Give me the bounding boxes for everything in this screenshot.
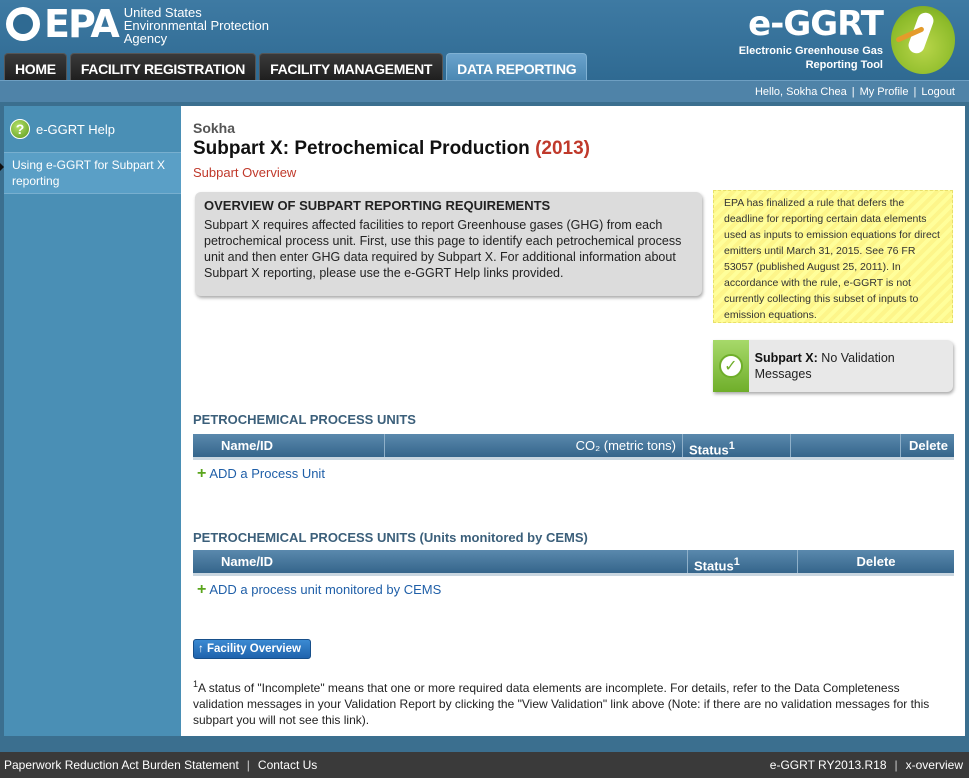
col-blank	[791, 434, 901, 457]
facility-overview-button[interactable]: ↑ Facility Overview	[193, 639, 311, 659]
col-name-id: Name/ID	[193, 550, 688, 573]
app-version: e-GGRT RY2013.R18	[769, 758, 887, 772]
page-footer: Paperwork Reduction Act Burden Statement…	[0, 752, 969, 778]
main-nav: HOME FACILITY REGISTRATION FACILITY MANA…	[4, 53, 588, 80]
col-co2: CO₂ (metric tons)	[385, 434, 683, 457]
section-cems-units-title: PETROCHEMICAL PROCESS UNITS (Units monit…	[193, 530, 588, 545]
reporting-year: (2013)	[535, 138, 590, 159]
tab-facility-registration[interactable]: FACILITY REGISTRATION	[69, 53, 257, 80]
add-process-unit-link[interactable]: + ADD a Process Unit	[197, 464, 325, 482]
plus-icon: +	[197, 580, 207, 598]
app-header: EPA United States Environmental Protecti…	[0, 0, 969, 80]
validation-message: Subpart X: No Validation Messages	[754, 351, 895, 381]
plus-icon: +	[197, 464, 207, 482]
tab-facility-management[interactable]: FACILITY MANAGEMENT	[259, 53, 444, 80]
col-status: Status1	[683, 434, 791, 457]
overview-text: Subpart X requires affected facilities t…	[204, 218, 682, 280]
add-cems-unit-link[interactable]: + ADD a process unit monitored by CEMS	[197, 580, 441, 598]
user-bar: Hello, Sokha Chea | My Profile | Logout	[0, 80, 969, 102]
process-units-table-header: Name/ID CO₂ (metric tons) Status1 Delete	[193, 434, 954, 460]
agency-name: United States Environmental Protection A…	[123, 5, 269, 46]
ggrt-brand: e-GGRT Electronic Greenhouse Gas Reporti…	[738, 4, 884, 72]
tab-data-reporting[interactable]: DATA REPORTING	[446, 53, 588, 80]
tab-home[interactable]: HOME	[4, 53, 67, 80]
help-header[interactable]: ? e-GGRT Help	[4, 106, 181, 153]
cems-units-table-header: Name/ID Status1 Delete	[193, 550, 954, 576]
app-subtitle: Electronic Greenhouse Gas Reporting Tool	[738, 45, 883, 71]
main-content: Sokha Subpart X: Petrochemical Productio…	[181, 106, 965, 736]
col-delete: Delete	[908, 438, 948, 453]
facility-name: Sokha	[193, 120, 236, 136]
user-greeting: Hello, Sokha Chea	[754, 86, 847, 98]
validation-status-box: ✓ Subpart X: No Validation Messages	[713, 340, 953, 392]
page-subtitle: Subpart Overview	[193, 165, 297, 180]
left-sidebar: ? e-GGRT Help Using e-GGRT for Subpart X…	[0, 106, 181, 736]
overview-box: OVERVIEW OF SUBPART REPORTING REQUIREMEN…	[195, 192, 702, 296]
section-process-units-title: PETROCHEMICAL PROCESS UNITS	[193, 412, 416, 427]
deferral-notice: EPA has finalized a rule that defers the…	[713, 190, 953, 323]
paperwork-link[interactable]: Paperwork Reduction Act Burden Statement	[4, 758, 239, 772]
my-profile-link[interactable]: My Profile	[860, 86, 909, 98]
epa-logo[interactable]: EPA United States Environmental Protecti…	[6, 4, 269, 45]
sidebar-item-subpart-x-help[interactable]: Using e-GGRT for Subpart X reporting	[0, 153, 181, 194]
page-id: x-overview	[905, 758, 963, 772]
page-title: Subpart X: Petrochemical Production (201…	[193, 138, 590, 159]
logout-link[interactable]: Logout	[921, 86, 955, 98]
status-footnote: 1A status of "Incomplete" means that one…	[193, 679, 930, 727]
app-title: e-GGRT	[748, 4, 884, 44]
help-icon: ?	[10, 119, 30, 139]
help-label: e-GGRT Help	[36, 121, 115, 137]
epa-wordmark: EPA	[44, 2, 120, 46]
col-delete: Delete	[856, 554, 896, 569]
checkmark-icon: ✓	[718, 354, 743, 378]
bird-logo-icon	[891, 6, 955, 74]
col-status: Status1	[688, 550, 798, 573]
col-name-id: Name/ID	[193, 434, 385, 457]
epa-seal-icon	[6, 7, 40, 41]
overview-heading: OVERVIEW OF SUBPART REPORTING REQUIREMEN…	[204, 198, 551, 213]
arrow-up-icon: ↑	[198, 643, 204, 655]
contact-us-link[interactable]: Contact Us	[258, 758, 317, 772]
